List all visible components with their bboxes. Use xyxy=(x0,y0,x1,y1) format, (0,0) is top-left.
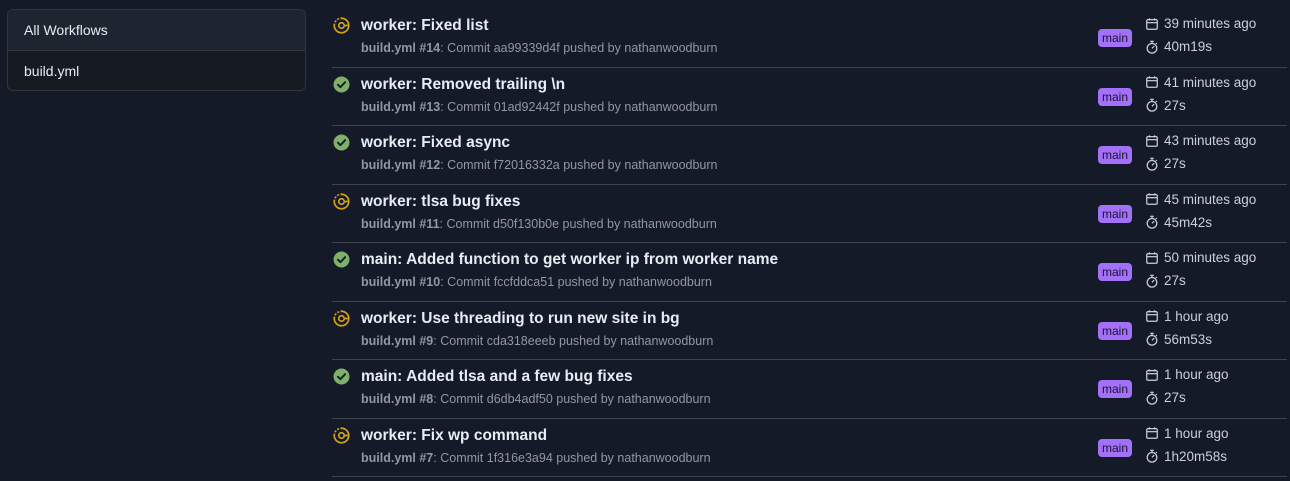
stopwatch-icon xyxy=(1145,98,1164,112)
workflow-run-row[interactable]: worker: tlsa bug fixes build.yml #11: Co… xyxy=(332,185,1287,243)
workflow-run-row[interactable]: worker: Fix wp command build.yml #7: Com… xyxy=(332,419,1287,477)
run-duration: 45m42s xyxy=(1145,215,1212,230)
run-time-ago: 1 hour ago xyxy=(1145,426,1229,441)
run-meta: build.yml #8: Commit d6db4adf50 pushed b… xyxy=(361,392,711,406)
check-circle-icon xyxy=(333,368,350,385)
run-duration: 27s xyxy=(1145,390,1186,405)
calendar-icon xyxy=(1145,17,1164,31)
workflow-run-row[interactable]: main: Added tlsa and a few bug fixes bui… xyxy=(332,360,1287,419)
run-title[interactable]: worker: Use threading to run new site in… xyxy=(361,310,680,328)
stopwatch-icon xyxy=(1145,157,1164,171)
run-duration: 1h20m58s xyxy=(1145,449,1227,464)
sidebar-item-all-workflows[interactable]: All Workflows xyxy=(8,10,305,51)
run-workflow-number: build.yml #12 xyxy=(361,158,441,172)
in-progress-icon xyxy=(333,17,350,34)
run-title[interactable]: worker: tlsa bug fixes xyxy=(361,193,520,211)
run-duration: 40m19s xyxy=(1145,39,1212,54)
calendar-icon xyxy=(1145,368,1164,382)
run-meta: build.yml #7: Commit 1f316e3a94 pushed b… xyxy=(361,450,711,465)
run-workflow-number: build.yml #10 xyxy=(361,275,441,289)
branch-badge[interactable]: main xyxy=(1098,321,1133,340)
calendar-icon xyxy=(1145,192,1164,206)
run-meta: build.yml #13: Commit 01ad92442f pushed … xyxy=(361,99,718,114)
branch-badge[interactable]: main xyxy=(1098,380,1133,398)
branch-badge[interactable]: main xyxy=(1098,146,1133,164)
branch-badge[interactable]: main xyxy=(1098,29,1133,47)
calendar-icon xyxy=(1145,134,1164,148)
workflows-sidebar: All Workflows build.yml xyxy=(7,9,306,91)
run-meta: build.yml #11: Commit d50f130b0e pushed … xyxy=(361,216,717,231)
stopwatch-icon xyxy=(1145,332,1164,346)
run-title[interactable]: worker: Fix wp command xyxy=(361,427,547,445)
run-time-ago: 1 hour ago xyxy=(1145,367,1229,382)
workflow-runs-list: worker: Fixed list build.yml #14: Commit… xyxy=(332,9,1287,477)
run-meta: build.yml #9: Commit cda318eeeb pushed b… xyxy=(361,333,714,348)
run-time-ago: 39 minutes ago xyxy=(1145,16,1256,31)
calendar-icon xyxy=(1145,426,1164,440)
check-circle-icon xyxy=(333,251,350,268)
branch-badge[interactable]: main xyxy=(1098,87,1133,106)
run-time-ago: 1 hour ago xyxy=(1145,309,1229,324)
workflow-run-row[interactable]: worker: Removed trailing \n build.yml #1… xyxy=(332,68,1287,126)
stopwatch-icon xyxy=(1145,449,1164,463)
stopwatch-icon xyxy=(1145,274,1164,288)
stopwatch-icon xyxy=(1145,40,1164,54)
run-time-ago: 43 minutes ago xyxy=(1145,133,1256,148)
workflow-run-row[interactable]: main: Added function to get worker ip fr… xyxy=(332,243,1287,302)
run-duration: 27s xyxy=(1145,156,1186,171)
in-progress-icon xyxy=(333,192,350,210)
in-progress-icon xyxy=(333,426,350,444)
branch-badge[interactable]: main xyxy=(1098,438,1133,457)
run-workflow-number: build.yml #11 xyxy=(361,216,440,231)
run-time-ago: 41 minutes ago xyxy=(1145,75,1256,90)
run-title[interactable]: worker: Fixed async xyxy=(361,134,510,152)
run-workflow-number: build.yml #14 xyxy=(361,41,441,55)
check-circle-icon xyxy=(333,76,350,93)
in-progress-icon xyxy=(333,309,350,327)
calendar-icon xyxy=(1145,251,1164,265)
run-title[interactable]: main: Added function to get worker ip fr… xyxy=(361,251,778,269)
run-duration: 56m53s xyxy=(1145,332,1212,347)
sidebar-item-build-yml[interactable]: build.yml xyxy=(8,51,305,90)
run-title[interactable]: main: Added tlsa and a few bug fixes xyxy=(361,368,633,386)
run-workflow-number: build.yml #13 xyxy=(361,99,441,114)
branch-badge[interactable]: main xyxy=(1098,204,1133,223)
stopwatch-icon xyxy=(1145,215,1164,229)
workflow-run-row[interactable]: worker: Fixed async build.yml #12: Commi… xyxy=(332,126,1287,185)
run-title[interactable]: worker: Removed trailing \n xyxy=(361,76,565,94)
stopwatch-icon xyxy=(1145,391,1164,405)
run-workflow-number: build.yml #7 xyxy=(361,450,434,465)
run-meta: build.yml #12: Commit f72016332a pushed … xyxy=(361,158,718,172)
run-title[interactable]: worker: Fixed list xyxy=(361,17,488,35)
calendar-icon xyxy=(1145,309,1164,323)
workflow-run-row[interactable]: worker: Use threading to run new site in… xyxy=(332,302,1287,360)
check-circle-icon xyxy=(333,134,350,151)
run-meta: build.yml #10: Commit fccfddca51 pushed … xyxy=(361,275,712,289)
run-meta: build.yml #14: Commit aa99339d4f pushed … xyxy=(361,41,718,55)
run-duration: 27s xyxy=(1145,273,1186,288)
run-workflow-number: build.yml #8 xyxy=(361,392,434,406)
calendar-icon xyxy=(1145,75,1164,89)
run-time-ago: 50 minutes ago xyxy=(1145,250,1256,265)
branch-badge[interactable]: main xyxy=(1098,263,1133,281)
run-duration: 27s xyxy=(1145,98,1186,113)
run-workflow-number: build.yml #9 xyxy=(361,333,434,348)
run-time-ago: 45 minutes ago xyxy=(1145,192,1256,207)
workflow-run-row[interactable]: worker: Fixed list build.yml #14: Commit… xyxy=(332,9,1287,68)
